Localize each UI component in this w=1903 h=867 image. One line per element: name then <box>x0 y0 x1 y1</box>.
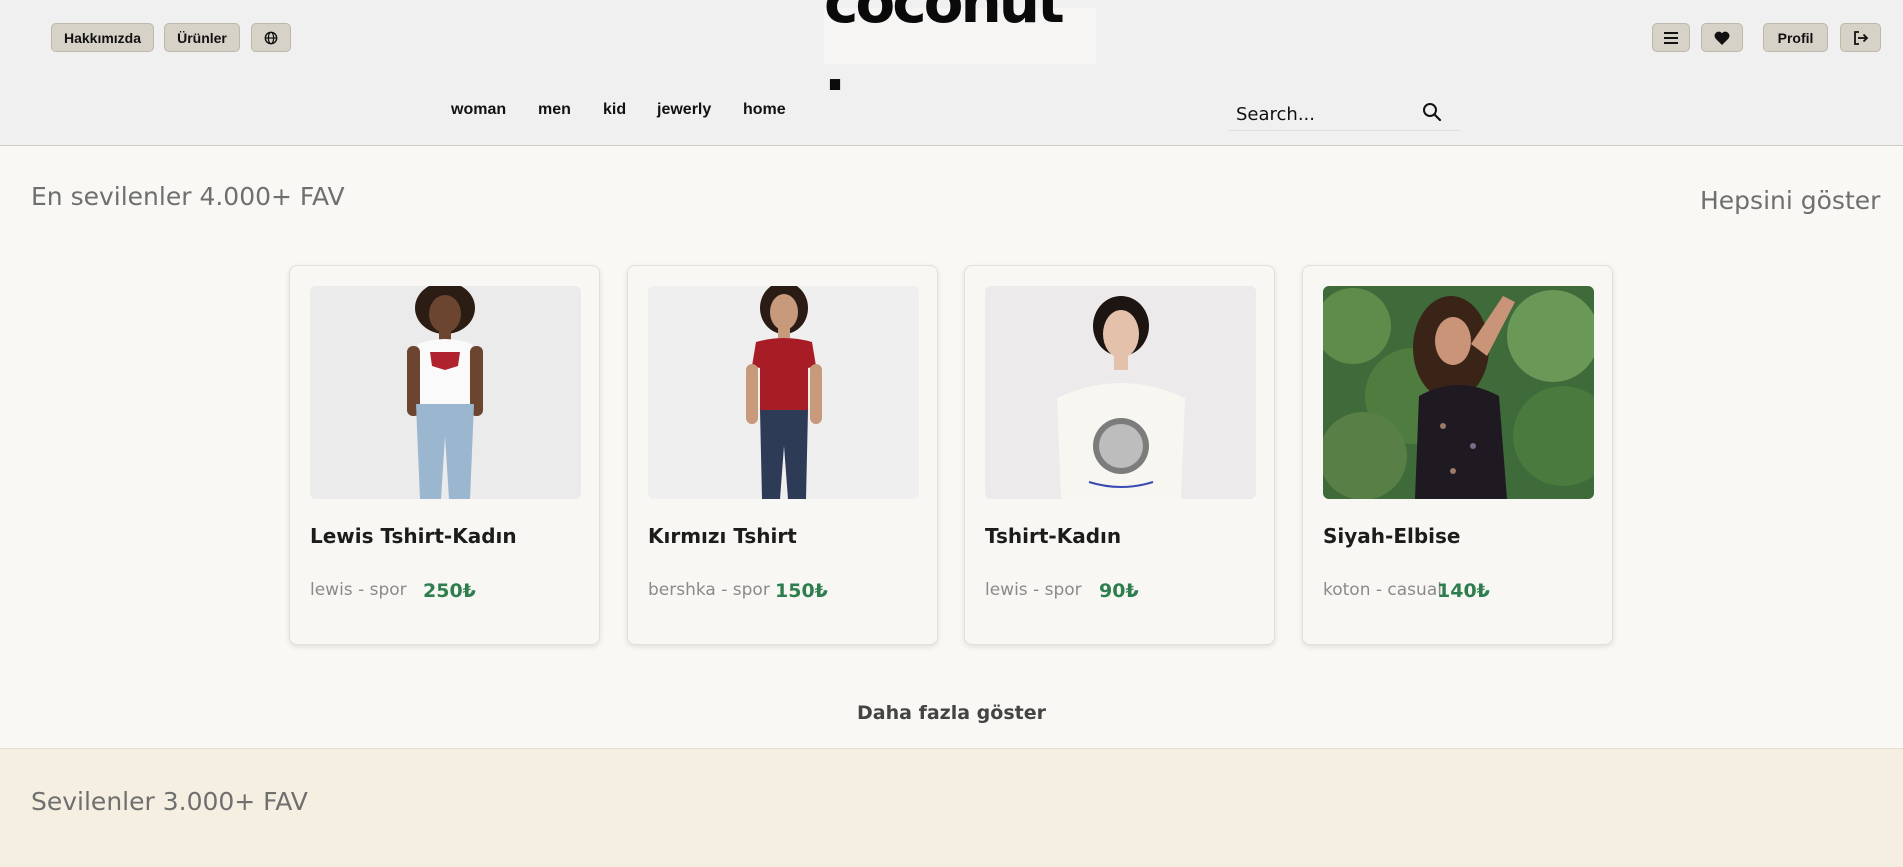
nav-item-woman[interactable]: woman <box>451 101 506 119</box>
nav-item-jewerly[interactable]: jewerly <box>657 101 711 119</box>
nav-item-home[interactable]: home <box>743 101 786 119</box>
product-image[interactable] <box>310 286 581 499</box>
search-bar <box>1228 96 1461 131</box>
product-name[interactable]: Siyah-Elbise <box>1323 524 1461 548</box>
product-image[interactable] <box>985 286 1256 499</box>
product-card[interactable]: Lewis Tshirt-Kadın lewis - spor 250₺ <box>289 265 600 645</box>
profile-button[interactable]: Profil <box>1763 23 1828 52</box>
product-brand-category: bershka - spor <box>648 580 770 600</box>
menu-button[interactable] <box>1652 23 1690 52</box>
nav-item-kid[interactable]: kid <box>603 101 626 119</box>
product-brand-category: lewis - spor <box>310 580 407 600</box>
section-loved: Sevilenler 3.000+ FAV <box>0 748 1903 867</box>
product-brand-category: lewis - spor <box>985 580 1082 600</box>
product-price: 140₺ <box>1437 580 1490 602</box>
site-header: Hakkımızda Ürünler coconut . Profil woma… <box>0 0 1903 146</box>
product-name[interactable]: Lewis Tshirt-Kadın <box>310 524 517 548</box>
show-all-link[interactable]: Hepsini göster <box>1700 186 1880 215</box>
about-button[interactable]: Hakkımızda <box>51 23 154 52</box>
product-card[interactable]: Kırmızı Tshirt bershka - spor 150₺ <box>627 265 938 645</box>
product-card[interactable]: Tshirt-Kadın lewis - spor 90₺ <box>964 265 1275 645</box>
heart-icon <box>1714 31 1730 45</box>
product-price: 250₺ <box>423 580 476 602</box>
show-more-button[interactable]: Daha fazla göster <box>0 702 1903 724</box>
products-button[interactable]: Ürünler <box>164 23 240 52</box>
hamburger-icon <box>1664 31 1678 44</box>
product-brand-category: koton - casual <box>1323 580 1442 600</box>
language-button[interactable] <box>251 23 291 52</box>
product-image[interactable] <box>648 286 919 499</box>
product-name[interactable]: Tshirt-Kadın <box>985 524 1121 548</box>
product-price: 150₺ <box>775 580 828 602</box>
search-icon[interactable] <box>1422 102 1442 122</box>
logout-button[interactable] <box>1840 23 1881 52</box>
product-image[interactable] <box>1323 286 1594 499</box>
globe-icon <box>264 31 278 44</box>
product-name[interactable]: Kırmızı Tshirt <box>648 524 797 548</box>
product-card[interactable]: Siyah-Elbise koton - casual 140₺ <box>1302 265 1613 645</box>
sign-out-icon <box>1853 30 1868 45</box>
search-input[interactable] <box>1234 100 1418 128</box>
site-logo[interactable]: coconut . <box>824 0 1096 104</box>
nav-item-men[interactable]: men <box>538 101 571 119</box>
favorites-button[interactable] <box>1701 23 1743 52</box>
section-title-loved: Sevilenler 3.000+ FAV <box>31 787 308 816</box>
section-title-most-loved: En sevilenler 4.000+ FAV <box>31 182 345 211</box>
product-price: 90₺ <box>1099 580 1139 602</box>
